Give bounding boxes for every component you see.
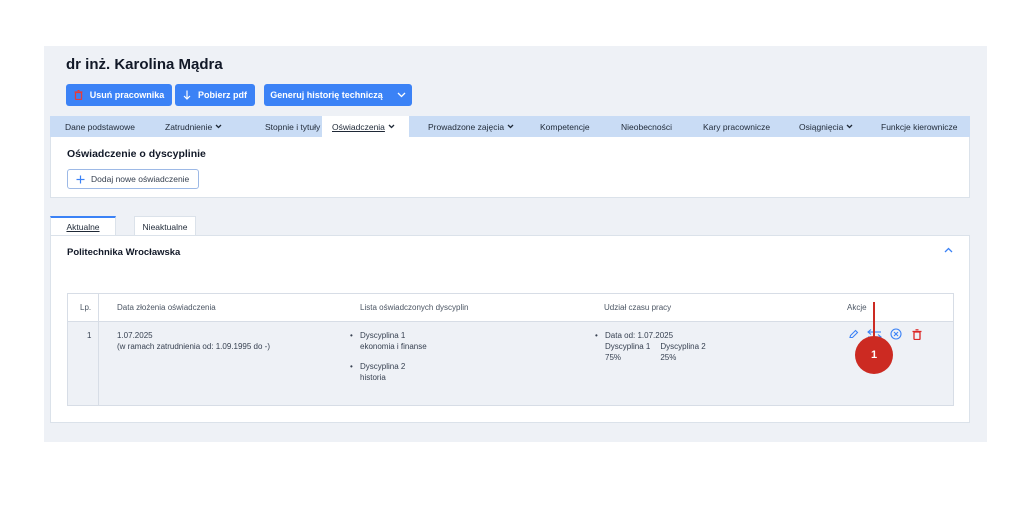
employee-page: dr inż. Karolina Mądra Usuń pracownika P… <box>44 46 987 442</box>
chevron-down-icon <box>215 124 222 129</box>
add-statement-label: Dodaj nowe oświadczenie <box>91 174 190 184</box>
tab-kompetencje[interactable]: Kompetencje <box>540 116 590 137</box>
time-share-d2-value: 25% <box>660 353 677 362</box>
statements-panel: Politechnika Wrocławska Lp. Data złożeni… <box>50 235 970 423</box>
chevron-down-icon <box>397 92 406 98</box>
header-time-share: Udział czasu pracy <box>604 303 672 312</box>
chevron-up-icon[interactable] <box>944 247 953 253</box>
time-share-d2-label: Dyscyplina 2 <box>660 342 706 351</box>
tab-zatrudnienie[interactable]: Zatrudnienie <box>165 116 222 137</box>
chevron-down-icon <box>388 124 395 129</box>
statements-table: Lp. Data złożenia oświadczenia Lista ośw… <box>67 293 954 406</box>
plus-icon <box>76 175 85 183</box>
table-row: 1 1.07.2025 (w ramach zatrudnienia od: 1… <box>68 322 953 405</box>
tab-osiagniecia[interactable]: Osiągnięcia <box>799 116 853 137</box>
row-disciplines: Dyscyplina 1 ekonomia i finanse Dyscypli… <box>350 330 427 383</box>
discipline-2-name: Dyscyplina 2 <box>350 361 427 372</box>
discipline-1-field: ekonomia i finanse <box>360 342 427 351</box>
discipline-1-name: Dyscyplina 1 <box>350 330 427 341</box>
chevron-down-icon <box>507 124 514 129</box>
callout-marker: 1 <box>855 336 893 374</box>
section-title: Oświadczenie o dyscyplinie <box>67 148 206 160</box>
trash-icon <box>74 90 83 100</box>
edit-pencil-icon[interactable] <box>848 329 859 340</box>
discipline-2-field: historia <box>360 373 386 382</box>
time-share-date: Data od: 1.07.2025 <box>595 330 706 341</box>
header-date: Data złożenia oświadczenia <box>117 303 216 312</box>
discipline-statement-card: Oświadczenie o dyscyplinie Dodaj nowe oś… <box>50 137 970 198</box>
row-date-cell: 1.07.2025 (w ramach zatrudnienia od: 1.0… <box>117 330 270 352</box>
add-statement-button[interactable]: Dodaj nowe oświadczenie <box>67 169 199 189</box>
tab-dane-podstawowe[interactable]: Dane podstawowe <box>65 116 135 137</box>
delete-employee-button[interactable]: Usuń pracownika <box>66 84 172 106</box>
column-divider <box>98 294 99 405</box>
row-lp: 1 <box>87 331 92 340</box>
generate-history-label: Generuj historię techniczą <box>270 90 383 100</box>
row-employment-note: (w ramach zatrudnienia od: 1.09.1995 do … <box>117 342 270 351</box>
tab-funkcje-kierownicze[interactable]: Funkcje kierownicze <box>881 116 958 137</box>
tab-stopnie-i-tytuly[interactable]: Stopnie i tytuły <box>265 116 320 137</box>
delete-trash-icon[interactable] <box>912 328 922 340</box>
download-pdf-button[interactable]: Pobierz pdf <box>175 84 255 106</box>
header-lp: Lp. <box>80 303 92 312</box>
time-share-d1-value: 75% <box>605 353 622 362</box>
tab-nieaktualne[interactable]: Nieaktualne <box>134 216 196 236</box>
tab-aktualne[interactable]: Aktualne <box>50 216 116 236</box>
cancel-circle-icon[interactable] <box>890 328 902 340</box>
generate-history-button[interactable]: Generuj historię techniczą <box>264 84 412 106</box>
tab-prowadzone-zajecia[interactable]: Prowadzone zajęcia <box>428 116 514 137</box>
organization-name: Politechnika Wrocławska <box>67 247 181 258</box>
download-arrow-icon <box>183 90 191 100</box>
header-disciplines: Lista oświadczonych dyscyplin <box>360 303 469 312</box>
header-actions: Akcje <box>847 303 867 312</box>
row-time-share: Data od: 1.07.2025 Dyscyplina 1 75% Dysc… <box>595 330 706 363</box>
download-pdf-label: Pobierz pdf <box>198 90 247 100</box>
page-title: dr inż. Karolina Mądra <box>66 56 223 73</box>
tab-oswiadczenia[interactable]: Oświadczenia <box>322 116 409 137</box>
tab-nieobecnosci[interactable]: Nieobecności <box>621 116 672 137</box>
row-date: 1.07.2025 <box>117 331 153 340</box>
callout-line <box>873 302 875 338</box>
row-actions <box>848 328 922 340</box>
chevron-down-icon <box>846 124 853 129</box>
delete-employee-label: Usuń pracownika <box>89 90 165 100</box>
time-share-d1-label: Dyscyplina 1 <box>605 342 651 351</box>
employee-tabs: Dane podstawowe Zatrudnienie Stopnie i t… <box>50 116 970 137</box>
table-header: Lp. Data złożenia oświadczenia Lista ośw… <box>68 294 953 322</box>
tab-kary-pracownicze[interactable]: Kary pracownicze <box>703 116 770 137</box>
